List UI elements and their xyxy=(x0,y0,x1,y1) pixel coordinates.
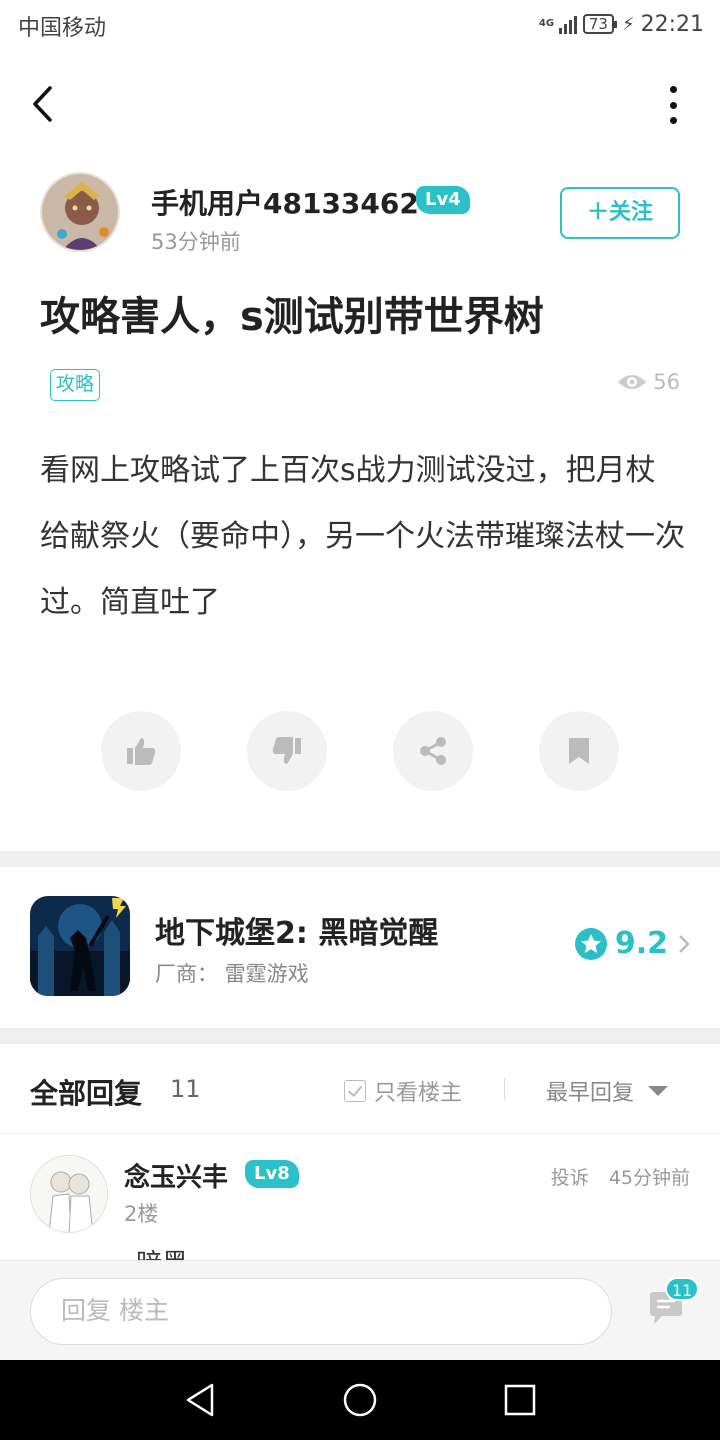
system-nav-bar xyxy=(0,1360,720,1440)
status-icons: 4G 73 ⚡ 22:21 xyxy=(539,9,704,39)
nav-recents-icon[interactable] xyxy=(502,1382,538,1418)
comment-time: 45分钟前 xyxy=(608,1167,690,1189)
comment-item[interactable]: 念玉兴丰 Lv8 2楼 投诉 45分钟前 暗黑 xyxy=(0,1135,720,1260)
sort-label: 最早回复 xyxy=(546,1081,635,1106)
replies-count: 11 xyxy=(170,1075,201,1103)
post-tag[interactable]: 攻略 xyxy=(50,369,101,401)
replies-title: 全部回复 xyxy=(30,1077,143,1110)
view-count-value: 56 xyxy=(653,370,680,394)
report-link[interactable]: 投诉 xyxy=(551,1167,589,1189)
post-actions xyxy=(101,711,621,791)
reply-input[interactable]: 回复 楼主 xyxy=(30,1278,612,1345)
thumb-down-icon xyxy=(272,737,301,764)
signal-icon xyxy=(558,14,577,34)
game-rating: 9.2 xyxy=(574,926,692,961)
commenter-name[interactable]: 念玉兴丰 xyxy=(124,1157,228,1194)
author-name[interactable]: 手机用户48133462 xyxy=(151,182,419,222)
post-time: 53分钟前 xyxy=(151,230,241,254)
level-badge: Lv4 xyxy=(416,186,470,214)
share-icon xyxy=(420,737,446,765)
more-vert-icon[interactable] xyxy=(666,86,680,124)
game-vendor: 厂商： 雷霆游戏 xyxy=(155,962,309,986)
only-op-toggle[interactable]: 只看楼主 xyxy=(344,1075,462,1107)
comment-text: 暗黑 xyxy=(136,1243,188,1260)
follow-button[interactable]: ＋关注 xyxy=(560,187,680,239)
sort-dropdown[interactable]: 最早回复 xyxy=(546,1075,669,1107)
top-bar xyxy=(0,70,720,140)
dislike-button[interactable] xyxy=(247,711,327,791)
game-icon xyxy=(30,896,130,996)
reply-count-badge: 11 xyxy=(665,1277,700,1301)
carrier-label: 中国移动 xyxy=(18,16,107,41)
avatar[interactable] xyxy=(40,172,120,252)
thumb-up-icon xyxy=(127,738,156,765)
game-name: 地下城堡2: 黑暗觉醒 xyxy=(155,916,439,951)
nav-back-icon[interactable] xyxy=(182,1382,218,1418)
post-author: 手机用户48133462 Lv4 53分钟前 ＋关注 xyxy=(40,172,680,256)
comment-floor: 2楼 xyxy=(124,1202,159,1226)
caret-down-icon xyxy=(648,1086,669,1096)
section-divider xyxy=(0,851,720,867)
game-card[interactable]: 地下城堡2: 黑暗觉醒 厂商： 雷霆游戏 9.2 xyxy=(0,866,720,1028)
status-bar: 中国移动 4G 73 ⚡ 22:21 xyxy=(0,0,720,50)
bookmark-button[interactable] xyxy=(539,711,619,791)
share-button[interactable] xyxy=(393,711,473,791)
battery-icon: 73 xyxy=(582,14,618,34)
eye-icon xyxy=(618,375,647,389)
replies-header: 全部回复 11 只看楼主 最早回复 xyxy=(0,1044,720,1134)
checkbox-icon xyxy=(344,1080,366,1102)
section-divider xyxy=(0,1028,720,1044)
level-badge: Lv8 xyxy=(245,1160,299,1188)
divider xyxy=(504,1078,505,1100)
only-op-label: 只看楼主 xyxy=(374,1081,463,1106)
reply-bar: 回复 楼主 11 xyxy=(0,1260,720,1360)
chevron-right-icon xyxy=(679,934,690,953)
post-title: 攻略害人，s测试别带世界树 xyxy=(40,294,544,340)
star-icon xyxy=(574,927,607,960)
back-arrow-icon[interactable] xyxy=(26,84,62,124)
view-count: 56 xyxy=(617,370,680,394)
charging-icon: ⚡ xyxy=(621,13,635,35)
rating-value: 9.2 xyxy=(614,926,668,961)
avatar[interactable] xyxy=(30,1155,108,1233)
clock: 22:21 xyxy=(640,11,704,37)
comment-meta: 投诉 45分钟前 xyxy=(551,1163,690,1190)
nav-home-icon[interactable] xyxy=(342,1382,378,1418)
like-button[interactable] xyxy=(101,711,181,791)
post-body: 看网上攻略试了上百次s战力测试没过，把月杖给献祭火（要命中），另一个火法带璀璨法… xyxy=(40,453,685,620)
network-type-icon: 4G xyxy=(538,18,555,29)
bookmark-icon xyxy=(569,738,589,764)
